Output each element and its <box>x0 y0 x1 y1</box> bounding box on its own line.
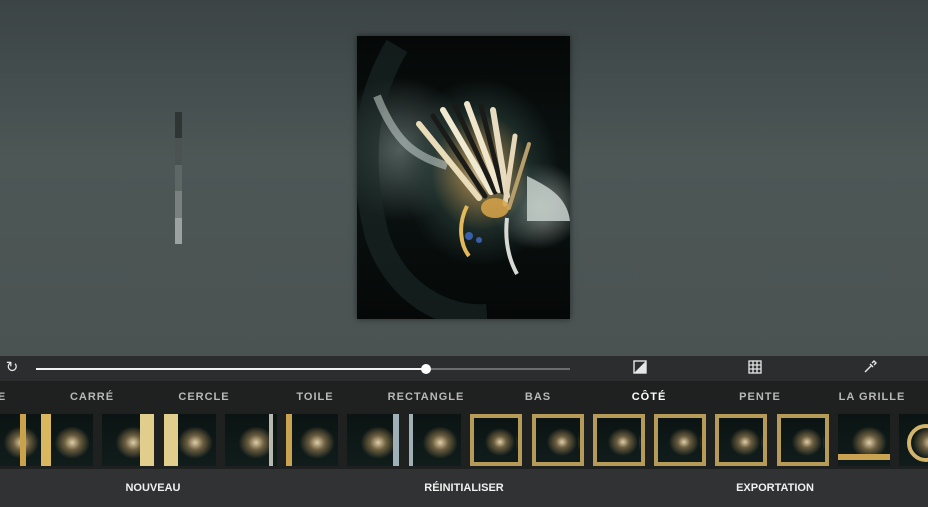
frame-thumbnail[interactable] <box>777 414 829 466</box>
level-segment <box>175 164 182 192</box>
tab-cercle[interactable]: CERCLE <box>178 381 229 414</box>
frame-thumbnail[interactable] <box>470 414 522 466</box>
frame-thumbnail[interactable] <box>286 414 338 466</box>
frame-thumbnail[interactable] <box>654 414 706 466</box>
tab-la-grille[interactable]: LA GRILLE <box>839 381 906 414</box>
tab-bas[interactable]: BAS <box>525 381 551 414</box>
new-button[interactable]: NOUVEAU <box>125 469 180 507</box>
bottom-action-bar: NOUVEAU RÉINITIALISER EXPORTATION <box>0 469 928 507</box>
frame-thumbnail[interactable] <box>0 414 42 466</box>
frame-thumbnail[interactable] <box>409 414 461 466</box>
level-segment <box>175 138 182 165</box>
tab-cote[interactable]: CÔTÉ <box>632 381 667 414</box>
intensity-slider[interactable] <box>36 364 570 374</box>
eyedropper-icon[interactable] <box>862 360 878 376</box>
export-button[interactable]: EXPORTATION <box>736 469 814 507</box>
level-segment <box>175 191 182 218</box>
slider-thumb[interactable] <box>420 364 431 374</box>
edit-toolbar: ↻ <box>0 356 928 381</box>
frame-thumbnail[interactable] <box>899 414 928 466</box>
frame-thumbnail[interactable] <box>164 414 216 466</box>
frame-thumbnail[interactable] <box>593 414 645 466</box>
grid-icon[interactable] <box>747 360 763 376</box>
tab-rectangle[interactable]: RECTANGLE <box>388 381 465 414</box>
rotate-icon[interactable]: ↻ <box>4 360 20 376</box>
tab-toile[interactable]: TOILE <box>296 381 333 414</box>
reset-button[interactable]: RÉINITIALISER <box>424 469 503 507</box>
frame-thumbnail[interactable] <box>715 414 767 466</box>
exposure-icon[interactable] <box>632 360 648 376</box>
frame-style-tabs: E CARRÉ CERCLE TOILE RECTANGLE BAS CÔTÉ … <box>0 381 928 414</box>
photo-preview[interactable] <box>357 36 570 319</box>
level-indicator <box>175 112 182 245</box>
frame-thumbnail[interactable] <box>225 414 277 466</box>
canvas-area <box>0 0 928 356</box>
frame-thumbnail[interactable] <box>102 414 154 466</box>
level-segment <box>175 217 182 245</box>
frame-thumbnail[interactable] <box>838 414 890 466</box>
frame-thumbnail-strip <box>0 414 928 469</box>
tab-partial[interactable]: E <box>0 381 6 414</box>
tab-pente[interactable]: PENTE <box>739 381 781 414</box>
frame-thumbnail[interactable] <box>41 414 93 466</box>
frame-thumbnail[interactable] <box>532 414 584 466</box>
butterfly-illustration <box>357 39 570 319</box>
frame-thumbnail[interactable] <box>347 414 399 466</box>
slider-fill <box>36 368 426 370</box>
level-segment <box>175 112 182 139</box>
tab-carre[interactable]: CARRÉ <box>70 381 114 414</box>
